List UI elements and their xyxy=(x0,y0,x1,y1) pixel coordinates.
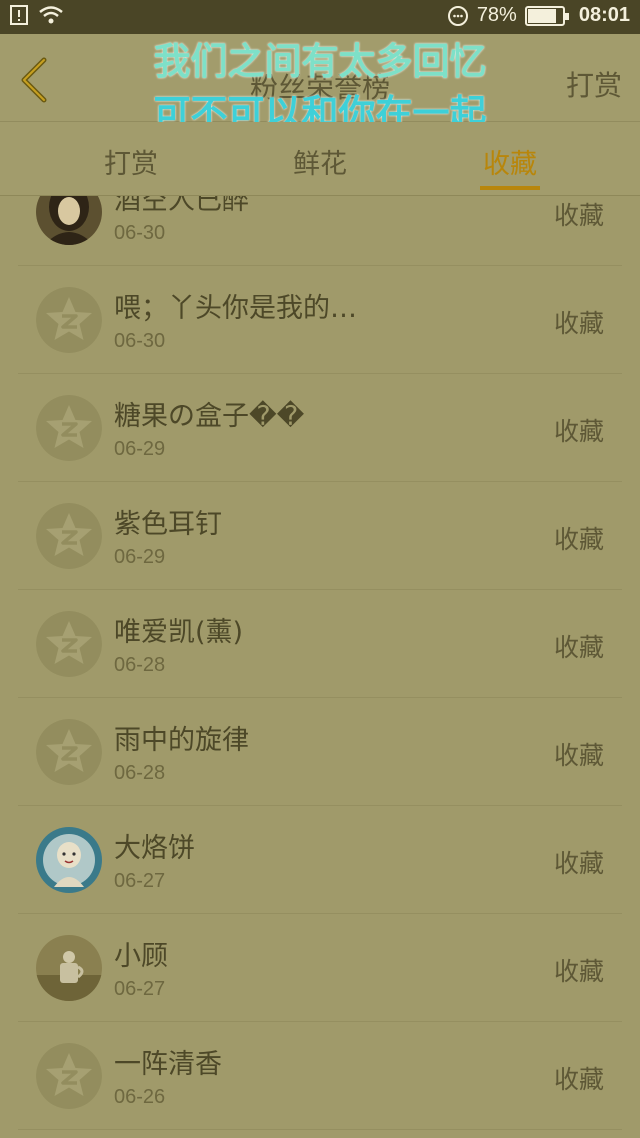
battery-icon xyxy=(524,5,569,26)
list-item[interactable]: 喂；丫头你是我的… 06-30 收藏 xyxy=(18,266,622,374)
date: 06-28 xyxy=(114,762,166,784)
date: 06-29 xyxy=(114,438,166,460)
date: 06-29 xyxy=(114,546,166,568)
user-name: 小顾 xyxy=(114,941,168,972)
date: 06-28 xyxy=(114,654,166,676)
favorite-label: 收藏 xyxy=(553,741,604,770)
list-item[interactable]: 酒空人已醉 06-30 收藏 xyxy=(18,196,622,266)
default-avatar-icon[interactable] xyxy=(36,611,102,677)
default-avatar-icon[interactable] xyxy=(36,395,102,461)
tab-reward[interactable]: 打赏 xyxy=(71,142,191,181)
status-bar: 78% 08:01 xyxy=(0,0,640,34)
date: 06-27 xyxy=(114,870,166,892)
list-item[interactable]: 唯爱凯(薰) 06-28 收藏 xyxy=(18,590,622,698)
list-item[interactable]: 小顾 06-27 收藏 xyxy=(18,914,622,1022)
tab-bar: 打赏 鲜花 收藏 xyxy=(0,122,640,196)
favorite-label: 收藏 xyxy=(553,309,604,338)
active-tab-indicator xyxy=(480,186,540,190)
avatar[interactable] xyxy=(36,827,102,893)
date: 06-26 xyxy=(114,1086,166,1108)
user-name: 紫色耳钉 xyxy=(114,509,222,540)
fan-list[interactable]: 酒空人已醉 06-30 收藏 喂；丫头你是我的… 06-30 收藏 糖果の盒子�… xyxy=(18,196,622,1138)
avatar[interactable] xyxy=(36,196,102,245)
user-name: 酒空人已醉 xyxy=(114,196,249,216)
tab-label: 鲜花 xyxy=(293,149,347,180)
favorite-label: 收藏 xyxy=(553,417,604,446)
date: 06-27 xyxy=(114,978,166,1000)
list-item[interactable]: 一阵清香 06-26 收藏 xyxy=(18,1022,622,1130)
favorite-label: 收藏 xyxy=(553,849,604,878)
default-avatar-icon[interactable] xyxy=(36,719,102,785)
wifi-icon xyxy=(39,6,63,24)
date: 06-30 xyxy=(114,222,166,244)
tab-flowers[interactable]: 鲜花 xyxy=(260,142,380,181)
notification-icon xyxy=(10,5,28,25)
favorite-label: 收藏 xyxy=(553,1065,604,1094)
default-avatar-icon[interactable] xyxy=(36,287,102,353)
favorite-label: 收藏 xyxy=(553,633,604,662)
list-item[interactable]: 紫色耳钉 06-29 收藏 xyxy=(18,482,622,590)
tab-favorites[interactable]: 收藏 xyxy=(450,142,570,190)
avatar[interactable] xyxy=(36,935,102,1001)
list-item[interactable]: 糖果の盒子�� 06-29 收藏 xyxy=(18,374,622,482)
user-name: 喂；丫头你是我的… xyxy=(114,293,357,324)
overlay-line-1: 我们之间有太多回忆 xyxy=(153,40,487,83)
battery-percent: 78% xyxy=(476,4,517,26)
default-avatar-icon[interactable] xyxy=(36,1043,102,1109)
favorite-label: 收藏 xyxy=(553,957,604,986)
default-avatar-icon[interactable] xyxy=(36,503,102,569)
date: 06-30 xyxy=(114,330,166,352)
user-name: 雨中的旋律 xyxy=(114,725,249,756)
clock: 08:01 xyxy=(578,4,630,26)
user-name: 唯爱凯(薰) xyxy=(114,617,244,648)
favorite-label: 收藏 xyxy=(553,525,604,554)
list-item[interactable]: 雨中的旋律 06-28 收藏 xyxy=(18,698,622,806)
favorite-label: 收藏 xyxy=(553,201,604,230)
tab-label: 打赏 xyxy=(104,149,158,180)
user-name: 一阵清香 xyxy=(114,1049,222,1080)
list-item[interactable]: 大烙饼 06-27 收藏 xyxy=(18,806,622,914)
emoji-icon xyxy=(447,5,468,26)
tab-label: 收藏 xyxy=(483,149,537,180)
user-name: 糖果の盒子�� xyxy=(114,401,305,432)
user-name: 大烙饼 xyxy=(114,833,195,864)
